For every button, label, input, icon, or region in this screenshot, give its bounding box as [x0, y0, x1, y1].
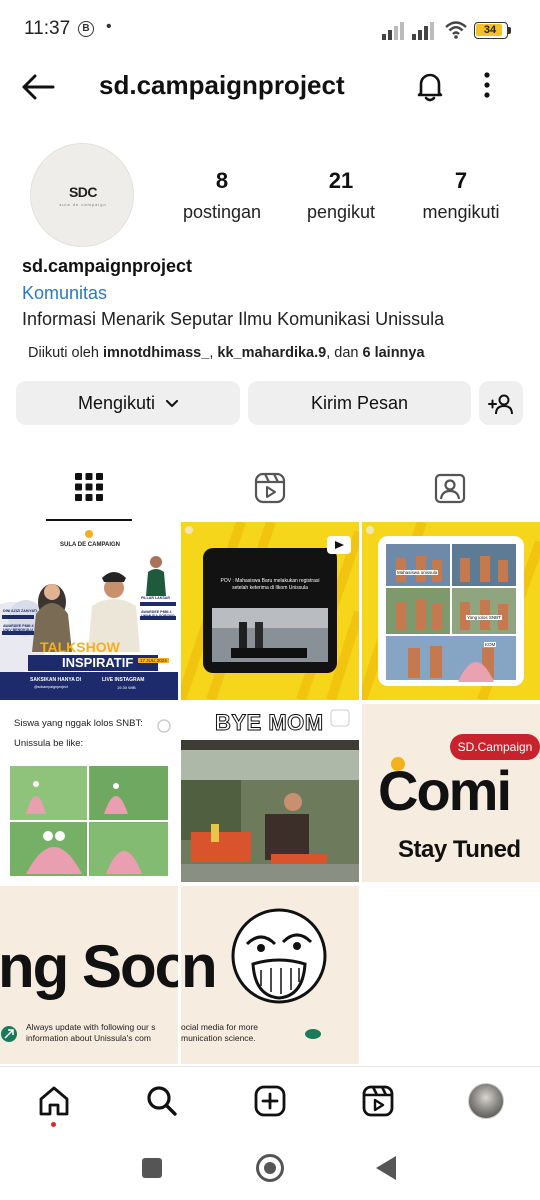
status-bar: 11:37 B • 34 [0, 0, 540, 60]
stat-followers-label: pengikut [306, 202, 376, 222]
post-3-label-3: KOM [484, 642, 497, 647]
post-8-note-1: ocial media for more [181, 1022, 259, 1032]
followed-more: 6 lainnya [362, 345, 425, 361]
stat-following-label: mengikuti [422, 202, 500, 222]
post-1-brand: SULA DE CAMPAIGN [60, 542, 120, 548]
post-1-badge-1: DINI AZIZI ZAKIYATI [3, 609, 38, 613]
more-options-icon[interactable] [482, 70, 492, 100]
post-5-caption: BYE MOM [215, 710, 324, 736]
notification-badge-icon: B [78, 21, 94, 37]
followed-prefix: Diikuti oleh [28, 345, 103, 361]
status-time: 11:37 [24, 18, 71, 39]
posts-grid: SULA DE CAMPAIGN DINI AZIZI ZAKIYATI AWA… [0, 522, 540, 1064]
battery-icon: 34 [474, 22, 511, 39]
search-icon[interactable] [146, 1085, 178, 1117]
reels-tab-icon[interactable] [254, 472, 286, 504]
post-1-title-2: INSPIRATIF [62, 655, 134, 670]
back-arrow-icon[interactable] [20, 72, 56, 102]
bottom-navigation [0, 1066, 540, 1138]
post-2-artwork [181, 522, 359, 700]
home-button-icon[interactable] [256, 1154, 284, 1182]
wifi-icon [445, 21, 467, 39]
reels-icon[interactable] [362, 1085, 394, 1117]
post-3-label-1: Mahasiswa unissula [396, 570, 439, 575]
post-1-badge-3: PILLAR LAKSAR [141, 596, 170, 600]
followed-by[interactable]: Diikuti oleh imnotdhimass_, kk_mahardika… [28, 345, 425, 361]
post-1-right-sub: 19.30 WIB [117, 685, 136, 690]
post-8-note-2: munication science. [181, 1033, 256, 1043]
stat-posts-value: 8 [215, 168, 229, 193]
post-7-note-2: information about Unissula's com [26, 1033, 151, 1043]
post-3-label-2: Yang lolos SNBT [466, 615, 502, 620]
profile-bio: Informasi Menarik Seputar Ilmu Komunikas… [22, 309, 445, 329]
post-thumbnail-2[interactable]: POV : Mahasiswa Baru melakukan registras… [181, 522, 359, 700]
add-person-icon [488, 394, 513, 415]
profile-category[interactable]: Komunitas [22, 283, 107, 304]
post-7-note-1: Always update with following our s [26, 1022, 156, 1032]
grid-posts-tab-icon[interactable] [74, 472, 104, 502]
status-dot: • [106, 18, 112, 35]
post-thumbnail-8[interactable]: n ocial media for more munication scienc… [181, 886, 359, 1064]
back-triangle-icon[interactable] [376, 1156, 396, 1180]
post-thumbnail-6[interactable]: SD.Campaign Comi Stay Tuned [362, 704, 540, 882]
post-thumbnail-1[interactable]: SULA DE CAMPAIGN DINI AZIZI ZAKIYATI AWA… [0, 522, 178, 700]
signal-icon [382, 22, 404, 40]
post-1-date: 17 JULI 2024 [138, 658, 169, 663]
profile-tabs [0, 460, 540, 522]
profile-avatar-nav[interactable] [468, 1083, 504, 1119]
stat-posts-label: postingan [182, 202, 262, 222]
followed-user-1: imnotdhimass_ [102, 345, 210, 361]
page-title: sd.campaignproject [99, 70, 345, 100]
post-4-line-2: Unissula be like: [14, 738, 84, 749]
stat-followers-value: 21 [328, 168, 354, 193]
post-6-word: Comi [378, 759, 512, 822]
post-1-left-sub: @sdcampaignproject [34, 685, 68, 689]
post-thumbnail-3[interactable]: Mahasiswa unissula Yang lolos SNBT KOM [362, 522, 540, 700]
recent-apps-icon[interactable] [142, 1158, 162, 1178]
signal-icon-2 [412, 22, 434, 40]
post-4-line-1: Siswa yang nggak lolos SNBT: [14, 718, 143, 729]
avatar-logo-subtext: sula de campaign [59, 202, 107, 207]
avatar-logo-text: SDC [68, 184, 98, 200]
post-1-badge-4: AWARDEE PMM 4 UNIMUDA SORONG [141, 610, 175, 619]
post-thumbnail-4[interactable]: Siswa yang nggak lolos SNBT: Unissula be… [0, 704, 178, 882]
post-thumbnail-5[interactable]: BYE MOM [181, 704, 359, 882]
home-icon[interactable] [38, 1085, 70, 1117]
post-1-title-1: TALKSHOW [40, 639, 120, 655]
system-navigation-bar [0, 1138, 540, 1200]
notification-dot [51, 1122, 56, 1127]
post-1-badge-2: AWARDEE PMM 4 UNIV BENGKULU [3, 624, 34, 633]
bell-icon[interactable] [412, 68, 448, 104]
post-3-artwork [362, 522, 540, 700]
tagged-tab-icon[interactable] [434, 472, 466, 504]
post-2-caption: POV : Mahasiswa Baru melakukan registras… [220, 578, 320, 591]
send-message-label: Kirim Pesan [310, 393, 409, 413]
profile-avatar[interactable]: SDC sula de campaign [30, 143, 134, 247]
chevron-down-icon [166, 400, 179, 408]
post-1-left-caption: SAKSIKAN HANYA DI [30, 677, 82, 683]
stat-following-value: 7 [454, 168, 468, 193]
post-1-right-caption: LIVE INSTAGRAM [102, 677, 145, 683]
battery-cap [508, 27, 511, 34]
suggest-people-button[interactable] [479, 381, 523, 425]
followed-mid: , dan [326, 345, 363, 361]
stat-following[interactable]: 7 mengikuti [416, 168, 506, 223]
create-post-icon[interactable] [254, 1085, 286, 1117]
profile-header: sd.campaignproject [0, 60, 540, 112]
post-6-sub: Stay Tuned [398, 836, 521, 863]
stat-posts[interactable]: 8 postingan [178, 168, 266, 223]
active-tab-indicator [46, 519, 132, 521]
followed-user-2: kk_mahardika.9 [217, 345, 327, 361]
post-4-artwork [10, 719, 171, 876]
following-button-label: Mengikuti [77, 393, 156, 413]
battery-level: 34 [483, 24, 497, 36]
stat-followers[interactable]: 21 pengikut [300, 168, 382, 223]
profile-name: sd.campaignproject [22, 256, 193, 276]
following-button[interactable]: Mengikuti [16, 381, 240, 425]
send-message-button[interactable]: Kirim Pesan [248, 381, 471, 425]
post-thumbnail-7[interactable]: ng Soon Always update with following our… [0, 886, 178, 1064]
